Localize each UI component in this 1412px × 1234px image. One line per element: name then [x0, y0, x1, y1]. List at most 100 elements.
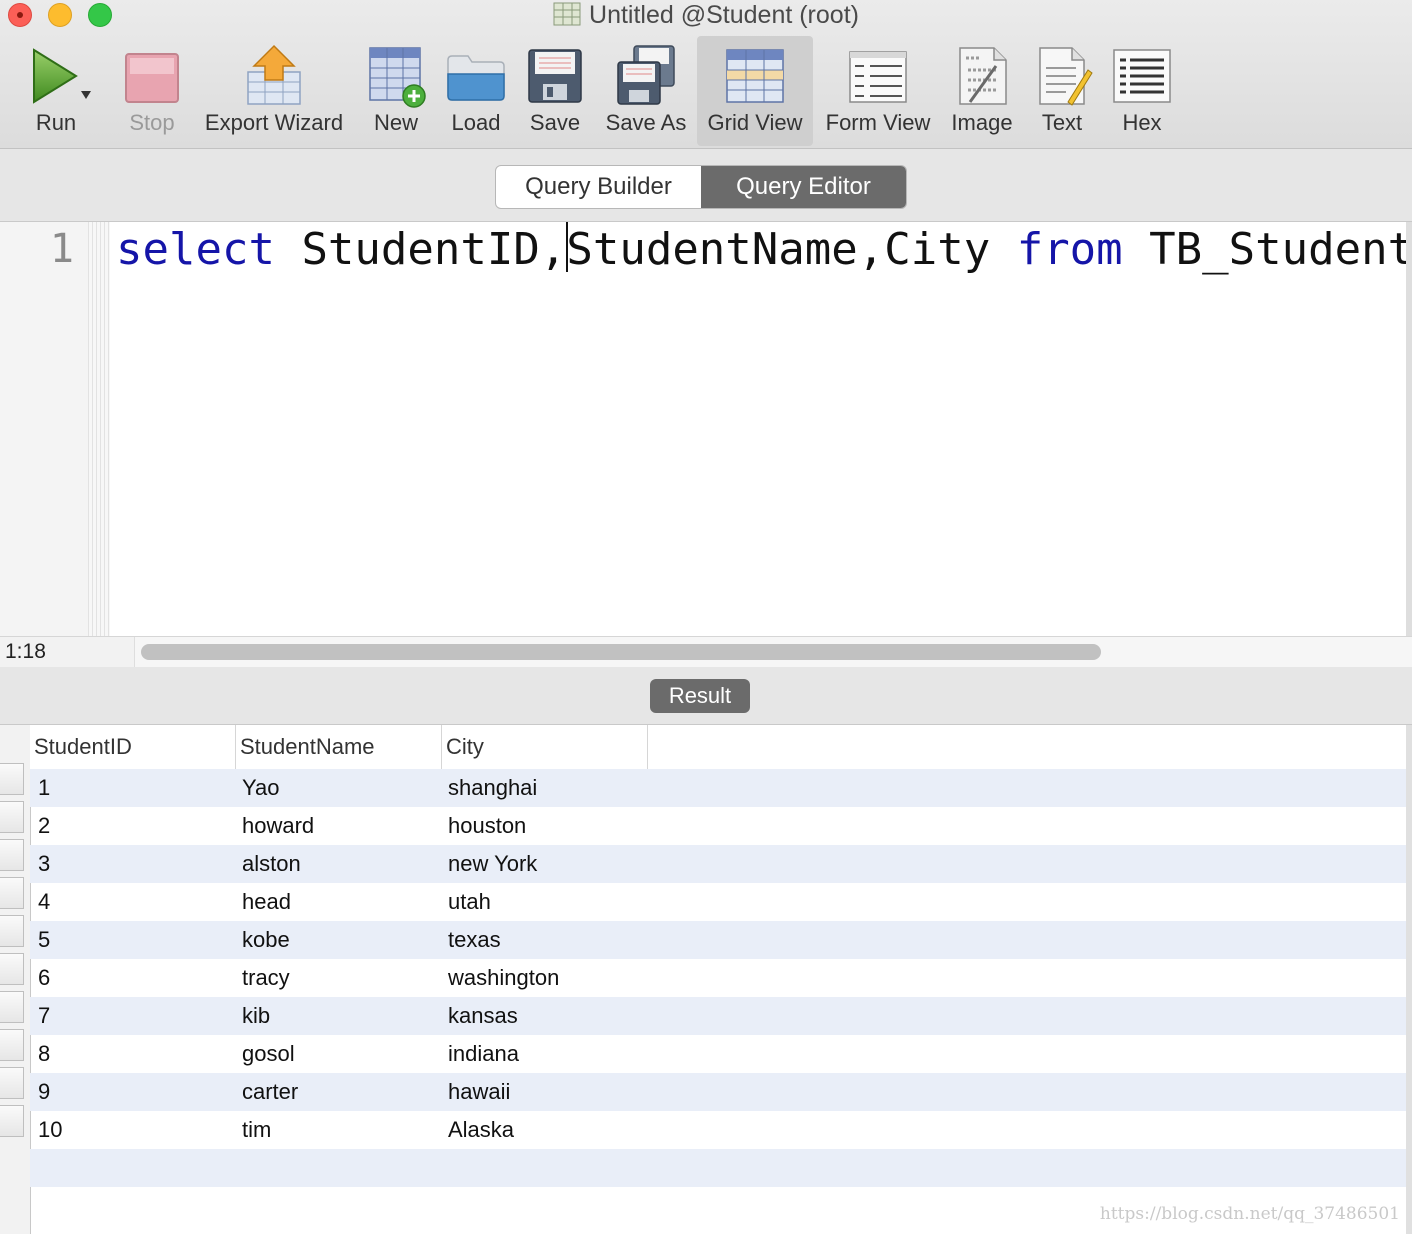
grid-view-icon	[726, 49, 784, 103]
table-row[interactable]: 5 kobe texas	[30, 921, 1406, 959]
table-cell[interactable]: houston	[448, 807, 526, 845]
row-selector[interactable]	[0, 953, 24, 985]
table-cell[interactable]: 1	[38, 769, 50, 807]
table-row[interactable]: 8 gosol indiana	[30, 1035, 1406, 1073]
save-button[interactable]: Save	[518, 36, 592, 146]
export-arrow-icon	[247, 44, 301, 105]
table-cell[interactable]: carter	[242, 1073, 298, 1111]
dropdown-arrow-icon[interactable]	[80, 90, 92, 100]
table-row[interactable]: 3 alston new York	[30, 845, 1406, 883]
result-tab[interactable]: Result	[650, 679, 750, 713]
table-cell[interactable]: new York	[448, 845, 537, 883]
table-row[interactable]: 1 Yao shanghai	[30, 769, 1406, 807]
table-row[interactable]: 2 howard houston	[30, 807, 1406, 845]
table-row[interactable]: 6 tracy washington	[30, 959, 1406, 997]
line-number: 1	[49, 226, 74, 272]
image-button[interactable]: Image	[946, 36, 1018, 146]
table-cell[interactable]: tim	[242, 1111, 271, 1149]
keyword-select: select	[116, 224, 275, 275]
line-number-gutter: 1	[0, 222, 110, 636]
table-row[interactable]: 9 carter hawaii	[30, 1073, 1406, 1111]
floppy-disk-icon	[528, 49, 582, 103]
table-cell[interactable]: washington	[448, 959, 559, 997]
table-cell[interactable]: 10	[38, 1111, 62, 1149]
row-selector[interactable]	[0, 991, 24, 1023]
row-selector[interactable]	[0, 801, 24, 833]
text-button[interactable]: Text	[1026, 36, 1098, 146]
image-label: Image	[951, 110, 1013, 135]
table-cell[interactable]: texas	[448, 921, 501, 959]
watermark: https://blog.csdn.net/qq_37486501	[1099, 1204, 1400, 1224]
tab-query-builder[interactable]: Query Builder	[496, 166, 701, 208]
column-header-studentid[interactable]: StudentID	[30, 725, 236, 769]
column-header-studentname[interactable]: StudentName	[236, 725, 442, 769]
window-toolbar: Untitled @Student (root) Run Stop Export…	[0, 0, 1412, 149]
table-cell[interactable]: tracy	[242, 959, 290, 997]
form-view-button[interactable]: Form View	[820, 36, 936, 146]
form-view-label: Form View	[825, 110, 931, 135]
text-document-icon	[1039, 47, 1093, 106]
grid-view-button[interactable]: Grid View	[697, 36, 813, 146]
code-text-before-caret: StudentID,	[274, 224, 567, 275]
window-title: Untitled @Student (root)	[589, 1, 859, 29]
table-row[interactable]: 10 tim Alaska	[30, 1111, 1406, 1149]
scrollbar-thumb[interactable]	[141, 644, 1101, 660]
row-selector[interactable]	[0, 1067, 24, 1099]
table-cell[interactable]: 2	[38, 807, 50, 845]
code-line[interactable]: select StudentID,StudentName,City from T…	[116, 222, 1412, 277]
table-cell[interactable]: 3	[38, 845, 50, 883]
table-cell[interactable]: alston	[242, 845, 301, 883]
table-cell[interactable]: shanghai	[448, 769, 537, 807]
table-cell[interactable]: utah	[448, 883, 491, 921]
table-cell[interactable]: Alaska	[448, 1111, 514, 1149]
row-selector[interactable]	[0, 763, 24, 795]
column-header-city[interactable]: City	[442, 725, 648, 769]
row-selector[interactable]	[0, 1105, 24, 1137]
stop-button[interactable]: Stop	[108, 36, 196, 146]
table-cell[interactable]: head	[242, 883, 291, 921]
result-bar: Result	[0, 667, 1412, 725]
table-cell[interactable]: howard	[242, 807, 314, 845]
form-view-icon	[849, 51, 907, 103]
row-selector[interactable]	[0, 1029, 24, 1061]
table-cell[interactable]: indiana	[448, 1035, 519, 1073]
save-label: Save	[529, 110, 581, 135]
table-cell[interactable]: 6	[38, 959, 50, 997]
table-cell[interactable]: 4	[38, 883, 50, 921]
run-label: Run	[35, 110, 77, 135]
table-cell[interactable]: 8	[38, 1035, 50, 1073]
table-cell[interactable]: kobe	[242, 921, 290, 959]
hex-button[interactable]: Hex	[1106, 36, 1178, 146]
row-selector[interactable]	[0, 839, 24, 871]
load-button[interactable]: Load	[440, 36, 512, 146]
code-text-after-caret: StudentName,City	[566, 224, 1017, 275]
new-button[interactable]: New	[358, 36, 434, 146]
play-icon	[33, 48, 78, 104]
sql-editor[interactable]: 1 select StudentID,StudentName,City from…	[0, 222, 1412, 636]
table-cell[interactable]: 7	[38, 997, 50, 1035]
table-cell[interactable]: hawaii	[448, 1073, 510, 1111]
table-row[interactable]: 7 kib kansas	[30, 997, 1406, 1035]
row-selector[interactable]	[0, 877, 24, 909]
save-as-icon	[617, 45, 675, 105]
window-title-bar: Untitled @Student (root)	[0, 0, 1412, 30]
table-cell[interactable]: 9	[38, 1073, 50, 1111]
save-as-button[interactable]: Save As	[600, 36, 692, 146]
editor-vertical-scrollbar[interactable]	[1406, 222, 1412, 636]
run-button[interactable]: Run	[10, 36, 102, 146]
editor-horizontal-scrollbar[interactable]	[134, 637, 1412, 667]
code-text-rest: TB_Student;	[1122, 224, 1412, 275]
keyword-from: from	[1016, 224, 1123, 275]
row-selector[interactable]	[0, 915, 24, 947]
grid-header: StudentID StudentName City	[30, 725, 1406, 770]
table-cell[interactable]: 5	[38, 921, 50, 959]
grid-vertical-scrollbar[interactable]	[1406, 725, 1412, 1234]
export-wizard-button[interactable]: Export Wizard	[200, 36, 348, 146]
table-row[interactable]: 4 head utah	[30, 883, 1406, 921]
hex-grid-icon	[1113, 49, 1171, 103]
table-cell[interactable]: kansas	[448, 997, 518, 1035]
table-cell[interactable]: kib	[242, 997, 270, 1035]
table-cell[interactable]: Yao	[242, 769, 280, 807]
table-cell[interactable]: gosol	[242, 1035, 295, 1073]
tab-query-editor[interactable]: Query Editor	[701, 166, 906, 208]
